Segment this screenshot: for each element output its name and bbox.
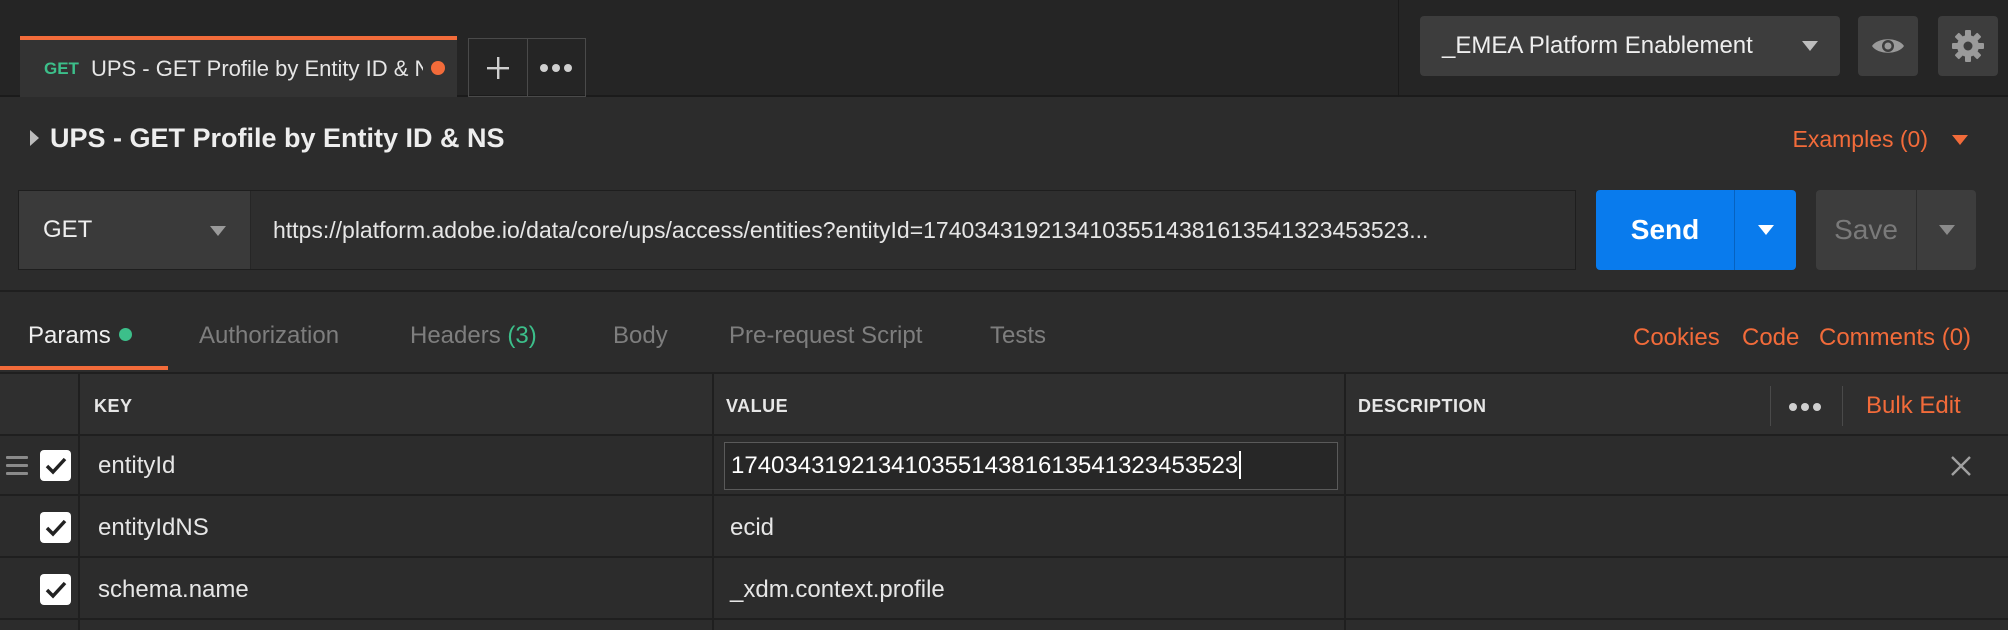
method-select[interactable]: GET — [19, 191, 251, 269]
tab-params-label: Params — [28, 322, 111, 349]
request-title: UPS - GET Profile by Entity ID & NS — [50, 123, 505, 153]
code-link[interactable]: Code — [1742, 324, 1799, 352]
cookies-link[interactable]: Cookies — [1633, 324, 1720, 352]
param-value[interactable]: ecid — [730, 514, 774, 542]
checkmark-icon — [45, 581, 66, 599]
text-cursor — [1239, 450, 1242, 479]
param-key[interactable]: entityId — [98, 452, 175, 480]
save-button-group: Save — [1816, 190, 1976, 270]
tab-pre-request-script[interactable]: Pre-request Script — [729, 322, 922, 350]
drag-handle-icon[interactable] — [6, 456, 28, 476]
tab-headers[interactable]: Headers (3) — [410, 322, 537, 350]
save-button[interactable]: Save — [1816, 190, 1916, 270]
gear-icon — [1952, 30, 1984, 62]
close-icon — [1951, 456, 1971, 476]
send-options-button[interactable] — [1734, 190, 1796, 270]
table-row: schema.name _xdm.context.profile — [0, 560, 2008, 620]
column-header-value: VALUE — [726, 396, 789, 416]
params-active-dot — [118, 328, 132, 342]
environment-quick-look-button[interactable] — [1858, 16, 1918, 76]
more-horizontal-icon — [540, 63, 573, 72]
request-tab-bar: GET UPS - GET Profile by Entity ID & NS … — [0, 0, 2008, 97]
param-key[interactable]: entityIdNS — [98, 514, 209, 542]
param-value-input[interactable]: 17403431921341035514381613541323453523 — [724, 442, 1338, 490]
params-table: KEY VALUE DESCRIPTION Bulk Edit entityId… — [0, 372, 2008, 630]
row-enabled-checkbox[interactable] — [40, 574, 71, 605]
active-tab-indicator — [0, 366, 168, 370]
comments-link[interactable]: Comments (0) — [1819, 324, 1971, 352]
tab-tests[interactable]: Tests — [990, 322, 1046, 350]
tab-title: UPS - GET Profile by Entity ID & NS — [90, 55, 423, 81]
tab-method-badge: GET — [44, 58, 79, 78]
tab-headers-label: Headers — [410, 322, 501, 349]
param-key[interactable]: schema.name — [98, 576, 249, 604]
column-header-key: KEY — [94, 396, 133, 416]
chevron-down-icon — [1757, 225, 1774, 235]
tab-actions — [468, 38, 586, 97]
column-options-button[interactable] — [1788, 388, 1822, 419]
row-enabled-checkbox[interactable] — [40, 512, 71, 543]
param-value[interactable]: _xdm.context.profile — [730, 576, 945, 604]
more-horizontal-icon — [1789, 403, 1821, 411]
environment-select-value: _EMEA Platform Enablement — [1442, 32, 1753, 59]
request-subtabs: Params Authorization Headers (3) Body Pr… — [0, 292, 2008, 372]
plus-icon — [486, 56, 509, 79]
request-tab[interactable]: GET UPS - GET Profile by Entity ID & NS — [20, 36, 457, 97]
tab-body[interactable]: Body — [613, 322, 668, 350]
chevron-down-icon — [1938, 225, 1955, 235]
environment-select[interactable]: _EMEA Platform Enablement — [1420, 16, 1840, 76]
table-row: entityIdNS ecid — [0, 498, 2008, 558]
request-header: UPS - GET Profile by Entity ID & NS Exam… — [0, 99, 2008, 179]
params-table-header: KEY VALUE DESCRIPTION Bulk Edit — [0, 372, 2008, 436]
send-button-group: Send — [1596, 190, 1796, 270]
send-button[interactable]: Send — [1596, 190, 1734, 270]
tab-authorization[interactable]: Authorization — [199, 322, 339, 350]
delete-row-button[interactable] — [1950, 448, 1972, 485]
column-header-description: DESCRIPTION — [1358, 396, 1487, 416]
checkmark-icon — [45, 519, 66, 537]
eye-icon — [1872, 39, 1904, 53]
chevron-down-icon[interactable] — [1952, 135, 1968, 145]
divider — [1842, 386, 1843, 426]
chevron-down-icon — [1802, 41, 1818, 51]
tab-options-button[interactable] — [526, 39, 585, 96]
divider — [1398, 0, 1399, 97]
row-enabled-checkbox[interactable] — [40, 450, 71, 481]
table-row: entityId 1740343192134103551438161354132… — [0, 436, 2008, 496]
expand-triangle-icon[interactable] — [30, 130, 39, 146]
method-select-value: GET — [43, 216, 93, 243]
request-url-bar: GET https://platform.adobe.io/data/core/… — [18, 190, 1576, 270]
examples-link[interactable]: Examples (0) — [1793, 126, 1928, 153]
bulk-edit-link[interactable]: Bulk Edit — [1866, 392, 1961, 420]
unsaved-indicator-dot — [431, 61, 445, 75]
param-value: 17403431921341035514381613541323453523 — [731, 452, 1239, 479]
headers-count: (3) — [507, 322, 537, 349]
divider — [1770, 386, 1771, 426]
manage-environments-button[interactable] — [1938, 16, 1998, 76]
tab-params[interactable]: Params — [28, 322, 132, 350]
new-tab-button[interactable] — [469, 39, 527, 96]
url-input[interactable]: https://platform.adobe.io/data/core/ups/… — [251, 191, 1575, 269]
checkmark-icon — [45, 457, 66, 475]
save-options-button[interactable] — [1916, 190, 1976, 270]
chevron-down-icon — [210, 226, 226, 236]
